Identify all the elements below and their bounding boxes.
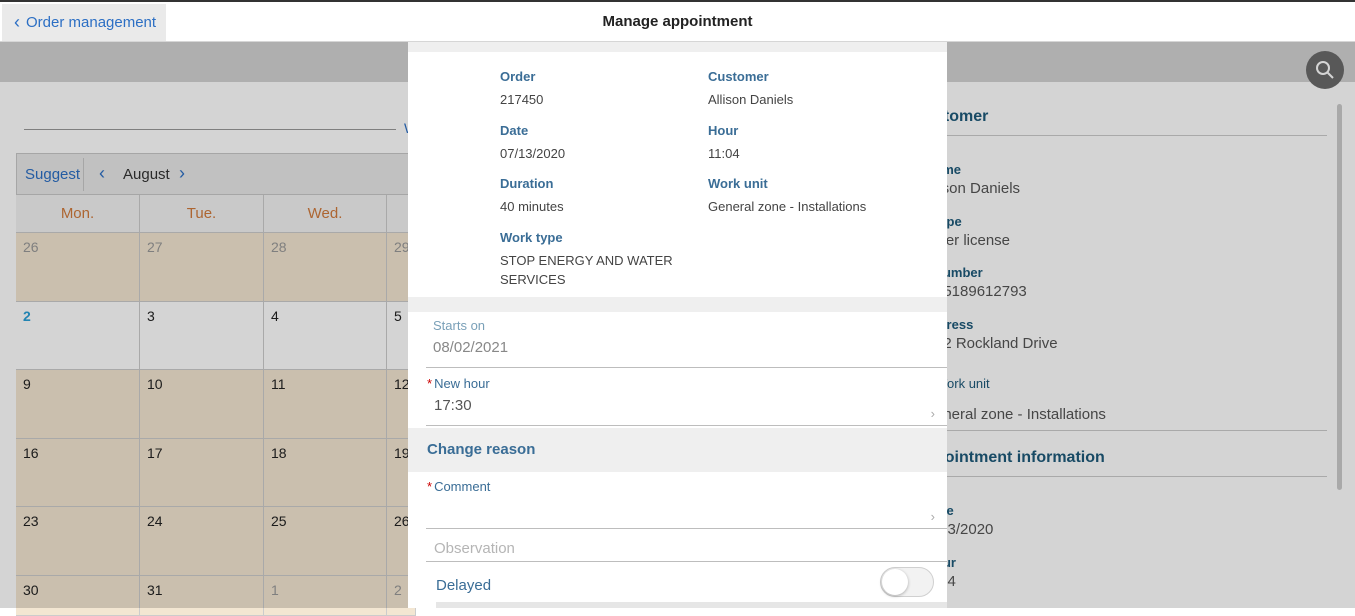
manage-appointment-modal: Order 217450 Customer Allison Daniels Da… xyxy=(408,42,947,608)
top-bar: ‹ Order management Manage appointment xyxy=(0,0,1355,42)
required-marker: * xyxy=(427,376,433,391)
hour-field: Hour 11:04 xyxy=(708,123,938,163)
work-type-field: Work type STOP ENERGY AND WATER SERVICES xyxy=(500,230,690,289)
chevron-right-icon: › xyxy=(930,509,935,524)
starts-on-value: 08/02/2021 xyxy=(433,339,509,356)
chevron-right-icon: › xyxy=(930,406,935,421)
new-hour-label: New hour xyxy=(434,376,490,391)
customer-value: Allison Daniels xyxy=(708,92,794,107)
delayed-label: Delayed xyxy=(436,577,492,594)
date-value: 07/13/2020 xyxy=(500,146,566,161)
date-field: Date 07/13/2020 xyxy=(500,123,690,163)
duration-field: Duration 40 minutes xyxy=(500,176,690,216)
change-reason-heading: Change reason xyxy=(427,441,536,458)
work-unit-value: General zone - Installations xyxy=(708,199,867,214)
starts-on-label: Starts on xyxy=(433,318,486,333)
duration-value: 40 minutes xyxy=(500,199,564,214)
customer-field: Customer Allison Daniels xyxy=(708,69,938,109)
page-title: Manage appointment xyxy=(602,13,753,30)
order-label: Order xyxy=(500,69,536,84)
comment-field[interactable]: * Comment › xyxy=(426,479,947,529)
work-type-label: Work type xyxy=(500,230,563,245)
required-marker: * xyxy=(427,479,433,494)
top-strip xyxy=(408,42,947,52)
new-hour-value[interactable]: 17:30 xyxy=(434,397,947,414)
bottom-strip xyxy=(436,602,947,608)
divider xyxy=(426,561,947,562)
comment-label: Comment xyxy=(434,479,491,494)
delayed-toggle[interactable] xyxy=(880,567,934,597)
work-type-value: STOP ENERGY AND WATER SERVICES xyxy=(500,253,673,287)
hour-label: Hour xyxy=(708,123,739,138)
date-label: Date xyxy=(500,123,529,138)
toggle-knob xyxy=(882,569,908,595)
duration-label: Duration xyxy=(500,176,554,191)
starts-on-field: Starts on 08/02/2021 xyxy=(426,318,947,368)
observation-input[interactable]: Observation xyxy=(434,540,515,557)
change-reason-section: Change reason xyxy=(408,428,947,472)
work-unit-label: Work unit xyxy=(708,176,768,191)
work-unit-field: Work unit General zone - Installations xyxy=(708,176,938,216)
order-value: 217450 xyxy=(500,92,544,107)
order-field: Order 217450 xyxy=(500,69,690,109)
customer-label: Customer xyxy=(708,69,769,84)
hour-value: 11:04 xyxy=(708,146,740,161)
appointment-summary: Order 217450 Customer Allison Daniels Da… xyxy=(408,52,947,297)
section-gap xyxy=(408,297,947,312)
new-hour-field[interactable]: * New hour 17:30 › xyxy=(426,376,947,426)
